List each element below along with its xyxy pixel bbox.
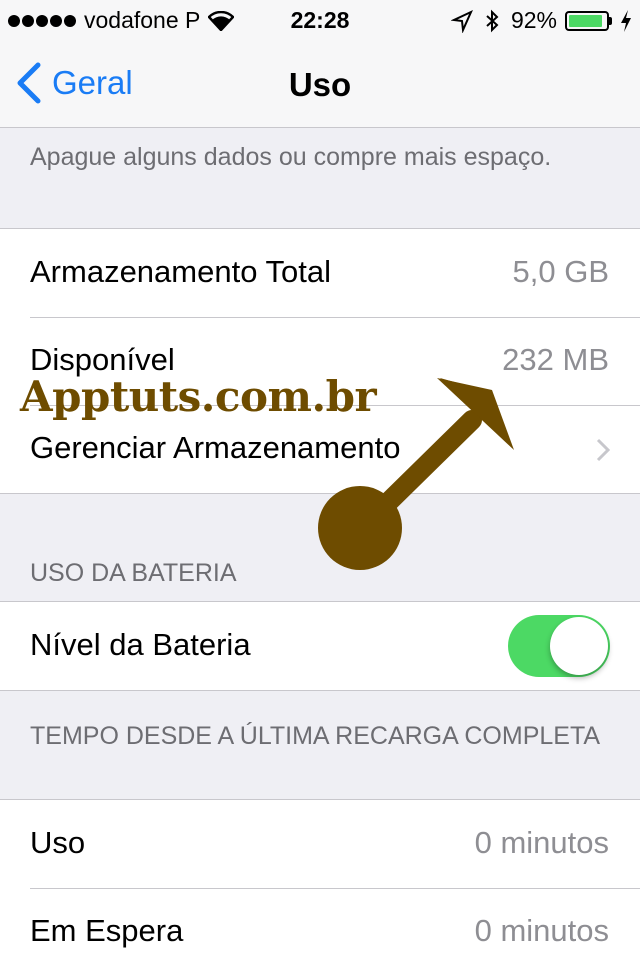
- watermark-text: Apptuts.com.br: [20, 372, 377, 421]
- charging-icon: [621, 9, 631, 32]
- usage-row: Uso 0 minutos: [0, 800, 640, 888]
- chevron-right-icon: [596, 438, 610, 462]
- location-icon: [450, 9, 473, 33]
- total-storage-label: Armazenamento Total: [30, 254, 331, 289]
- usage-label: Uso: [30, 825, 86, 860]
- page-title: Uso: [288, 66, 352, 103]
- battery-level-toggle[interactable]: [508, 615, 610, 677]
- manage-storage-label: Gerenciar Armazenamento: [30, 430, 401, 465]
- available-storage-value: 232 MB: [502, 342, 609, 377]
- battery-level-label: Nível da Bateria: [30, 627, 251, 662]
- battery-level-row: Nível da Bateria: [0, 602, 640, 690]
- navigation-bar: Geral Uso: [0, 40, 640, 128]
- standby-value: 0 minutos: [474, 913, 609, 948]
- standby-row: Em Espera 0 minutos: [0, 888, 640, 960]
- since-charge-group: Uso 0 minutos Em Espera 0 minutos: [0, 799, 640, 960]
- storage-note: Apague alguns dados ou compre mais espaç…: [30, 143, 552, 171]
- battery-usage-group: Nível da Bateria: [0, 601, 640, 691]
- bluetooth-icon: [486, 9, 499, 32]
- storage-group: Armazenamento Total 5,0 GB Disponível 23…: [0, 228, 640, 494]
- toggle-knob: [550, 617, 608, 675]
- standby-label: Em Espera: [30, 913, 184, 948]
- since-charge-header: TEMPO DESDE A ÚLTIMA RECARGA COMPLETA: [30, 722, 601, 750]
- status-right: 92%: [450, 7, 632, 34]
- battery-icon: [565, 10, 612, 31]
- battery-usage-header: USO DA BATERIA: [30, 559, 237, 587]
- total-storage-value: 5,0 GB: [512, 254, 610, 289]
- usage-value: 0 minutos: [474, 825, 609, 860]
- status-bar: vodafone P 22:28 92%: [0, 0, 640, 40]
- battery-percent: 92%: [510, 7, 557, 33]
- total-storage-row: Armazenamento Total 5,0 GB: [0, 229, 640, 317]
